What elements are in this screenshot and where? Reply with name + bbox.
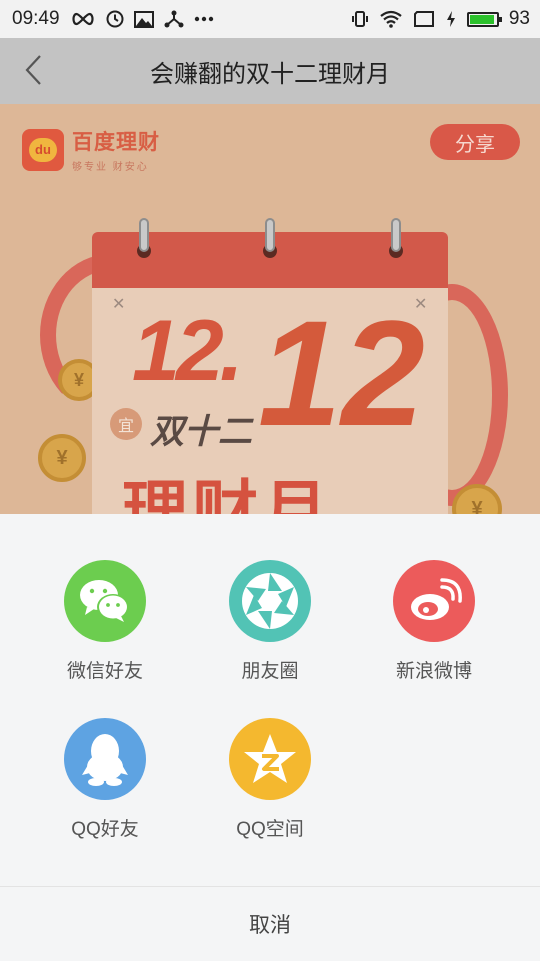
screen-icon [413,10,435,28]
vibrate-icon [351,10,369,28]
close-mark-icon: ✕ [112,296,126,313]
banner-subtitle: 双十二 [150,413,252,451]
wifi-icon [379,10,403,28]
calendar-ring [139,218,149,252]
clock-icon [106,10,124,28]
brand-slogan: 够专业 财安心 [72,162,149,173]
page-title: 会赚翻的双十二理财月 [150,60,390,88]
banner-headline: 理财月 [122,474,332,514]
share-label: 朋友圈 [241,661,299,682]
weibo-icon [393,560,475,642]
image-icon [133,10,154,28]
share-wechat[interactable]: 微信好友 [35,560,175,683]
share-button[interactable]: 分享 [430,124,520,160]
calendar-ring [265,218,275,252]
share-label: 新浪微博 [395,661,472,682]
status-bar: 09:49 93 [0,0,540,38]
share-label: QQ空间 [236,819,304,840]
qq-icon [64,718,146,800]
calendar-ring [391,218,401,252]
share-label: 微信好友 [66,661,143,682]
share-sheet: 微信好友 朋友圈 新浪微博 QQ好友 QQ空间 [0,514,540,886]
share-label: QQ好友 [71,819,139,840]
status-time: 09:49 [12,8,60,29]
brand-name: 百度理财 [72,131,160,154]
chevron-left-icon [25,55,41,85]
charging-icon [445,10,457,28]
share-weibo[interactable]: 新浪微博 [364,560,504,683]
battery-icon [466,11,502,27]
promo-banner: ¥ ¥ ¥ du 百度理财 够专业 财安心 分享 ✕ ✕ 12. 12 宜 双十… [0,104,540,514]
big-number-left: 12. [132,303,244,399]
infinity-icon [70,12,96,26]
qzone-icon [229,718,311,800]
share-moments[interactable]: 朋友圈 [200,560,340,683]
cancel-button[interactable]: 取消 [0,886,540,961]
logo-text: du [29,137,57,162]
more-dots-icon [194,16,214,22]
battery-percent: 93 [508,8,530,29]
yi-badge: 宜 [110,408,142,440]
share-qzone[interactable]: QQ空间 [200,718,340,841]
back-button[interactable] [18,52,48,88]
calendar-graphic: ✕ ✕ 12. 12 宜 双十二 理财月 [92,218,448,514]
title-bar: 会赚翻的双十二理财月 [0,38,540,104]
coin-left-bottom: ¥ [38,434,86,482]
share-qq[interactable]: QQ好友 [35,718,175,841]
share-network-icon [164,10,184,28]
big-number-right: 12 [258,289,425,457]
brand: du 百度理财 够专业 财安心 [22,126,160,173]
moments-icon [229,560,311,642]
baidu-finance-logo-icon: du [22,128,64,171]
wechat-icon [64,560,146,642]
